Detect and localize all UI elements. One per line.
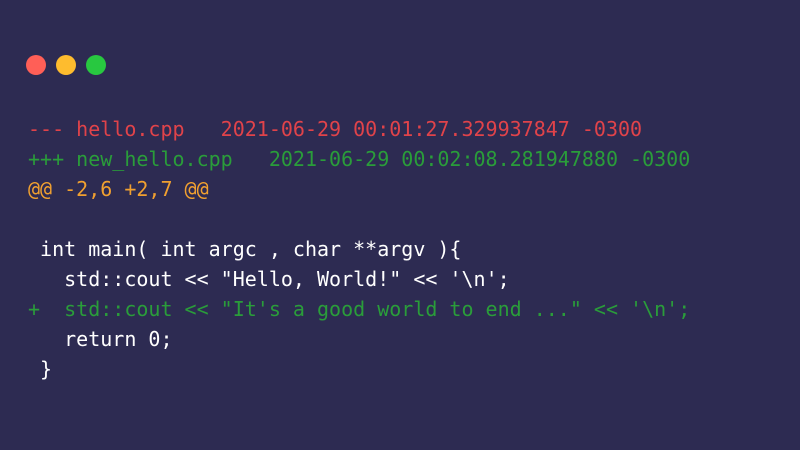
diff-line-context: int main( int argc , char **argv ){	[28, 234, 690, 264]
code-text: "Hello, World!"	[220, 267, 402, 291]
code-text: std::cout <<	[28, 267, 221, 291]
code-text: return 0;	[28, 327, 173, 351]
code-text: }	[28, 357, 53, 381]
diff-line-new-header: +++ new_hello.cpp 2021-06-29 00:02:08.28…	[28, 144, 690, 174]
diff-line-added: + std::cout << "It's a good world to end…	[28, 294, 690, 324]
diff-line-old-header: --- hello.cpp 2021-06-29 00:01:27.329937…	[28, 114, 690, 144]
diff-line-context: }	[28, 354, 690, 384]
code-text: int main( int argc , char **argv ){	[28, 237, 462, 261]
diff-line-blank	[28, 204, 690, 234]
maximize-window-button[interactable]	[86, 55, 106, 75]
diff-line-context: std::cout << "Hello, World!" << '\n';	[28, 264, 690, 294]
diff-code-block: --- hello.cpp 2021-06-29 00:01:27.329937…	[28, 114, 690, 384]
minimize-window-button[interactable]	[56, 55, 76, 75]
code-text: --- hello.cpp 2021-06-29 00:01:27.329937…	[28, 117, 643, 141]
code-text: @@ -2,6 +2,7 @@	[28, 177, 209, 201]
code-text: + std::cout << "It's a good world to end…	[28, 297, 691, 321]
diff-line-hunk: @@ -2,6 +2,7 @@	[28, 174, 690, 204]
window-controls	[26, 55, 106, 75]
diff-line-context: return 0;	[28, 324, 690, 354]
close-window-button[interactable]	[26, 55, 46, 75]
code-text: << '\n';	[401, 267, 510, 291]
code-text: +++ new_hello.cpp 2021-06-29 00:02:08.28…	[28, 147, 691, 171]
code-diff-window: --- hello.cpp 2021-06-29 00:01:27.329937…	[0, 0, 800, 450]
